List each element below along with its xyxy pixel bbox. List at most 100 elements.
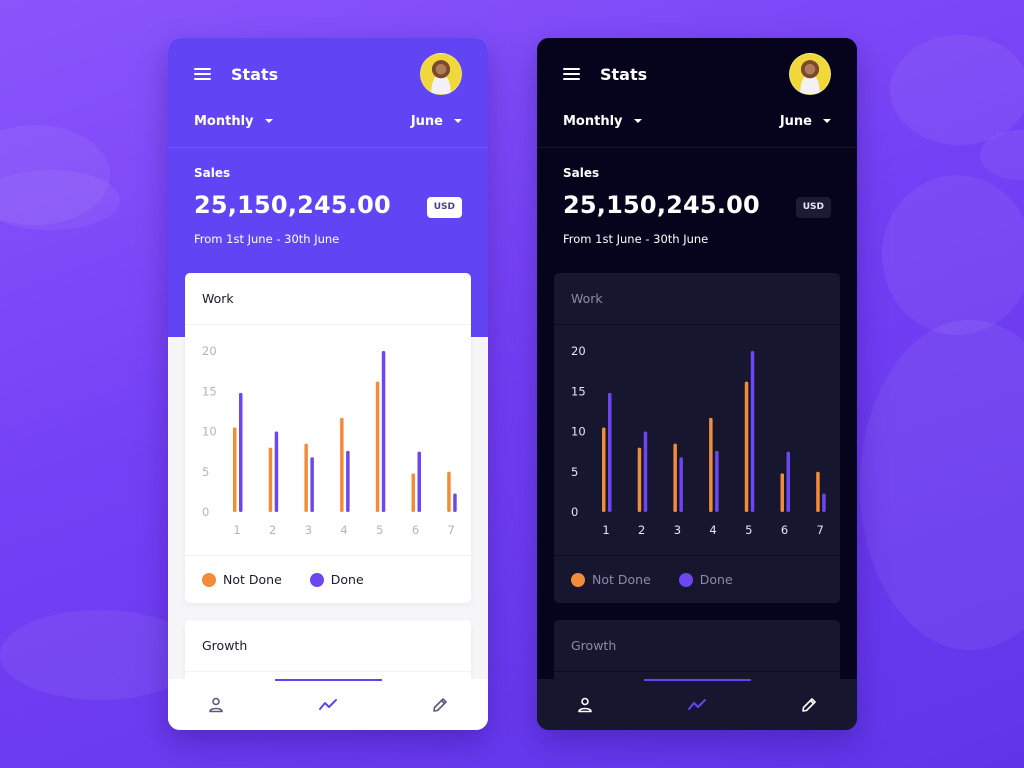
period-dropdown[interactable]: Monthly <box>563 114 642 129</box>
bar-done[interactable] <box>715 450 719 512</box>
x-tick-label: 5 <box>376 523 383 537</box>
bar-done[interactable] <box>239 392 243 512</box>
caret-down-icon <box>264 119 273 123</box>
bar-done[interactable] <box>643 431 648 513</box>
bg-bubble <box>860 320 1024 650</box>
orange-dot-icon <box>571 572 585 587</box>
profile-icon[interactable] <box>573 693 597 717</box>
date-range: From 1st June - 30th June <box>194 232 340 246</box>
bar-not-done[interactable] <box>602 427 606 512</box>
pencil-edit-icon[interactable] <box>428 693 452 717</box>
bar-done[interactable] <box>750 351 755 512</box>
currency-badge[interactable]: USD <box>426 197 462 218</box>
divider <box>168 147 488 148</box>
work-chart: 0 5 10 15 20 1 2 3 4 5 6 7 <box>554 325 840 555</box>
bar-not-done[interactable] <box>447 471 451 512</box>
avatar[interactable] <box>420 53 462 95</box>
avatar[interactable] <box>789 53 831 95</box>
legend-label: Done <box>699 572 733 587</box>
date-range: From 1st June - 30th June <box>563 232 709 246</box>
bg-bubble <box>882 175 1024 335</box>
sales-value: 25,150,245.00 <box>563 191 760 219</box>
x-tick-label: 2 <box>638 523 645 537</box>
caret-down-icon <box>454 119 462 123</box>
bar-not-done[interactable] <box>744 381 749 512</box>
chart-legend: Not Done Done <box>554 555 840 603</box>
work-card-title: Work <box>185 273 471 325</box>
caret-down-icon <box>633 119 642 123</box>
chart-legend: Not Done Done <box>185 555 471 603</box>
x-tick-label: 4 <box>709 523 716 537</box>
work-card-title: Work <box>554 273 840 325</box>
divider <box>537 147 857 148</box>
bar-not-done[interactable] <box>375 381 380 512</box>
x-tick-label: 6 <box>412 523 419 537</box>
profile-icon[interactable] <box>204 693 228 717</box>
y-tick-label: 15 <box>202 384 217 398</box>
y-tick-label: 20 <box>571 344 586 358</box>
top-bar: Stats <box>563 52 831 96</box>
x-tick-label: 6 <box>781 523 788 537</box>
y-tick-label: 20 <box>202 344 217 358</box>
x-tick-label: 7 <box>448 523 455 537</box>
phone-light-theme: Stats Monthly June Sales 25,150,245.00 U… <box>168 38 488 730</box>
active-tab-indicator <box>644 679 751 681</box>
legend-label: Not Done <box>223 572 282 587</box>
hamburger-menu-icon[interactable] <box>194 68 211 80</box>
bar-not-done[interactable] <box>411 473 416 512</box>
legend-not-done[interactable]: Not Done <box>202 572 282 587</box>
month-dropdown[interactable]: June <box>780 114 831 129</box>
y-tick-label: 0 <box>202 505 209 519</box>
bar-not-done[interactable] <box>673 443 677 512</box>
x-tick-label: 3 <box>305 523 312 537</box>
page-title: Stats <box>231 64 279 84</box>
pencil-edit-icon[interactable] <box>797 693 821 717</box>
bar-not-done[interactable] <box>340 417 344 512</box>
work-chart: 0 5 10 15 20 1 2 3 4 5 6 7 <box>185 325 471 555</box>
growth-card-title: Growth <box>185 620 471 672</box>
hamburger-menu-icon[interactable] <box>563 68 580 80</box>
bar-done[interactable] <box>453 493 457 512</box>
period-dropdown[interactable]: Monthly <box>194 114 273 129</box>
month-dropdown[interactable]: June <box>411 114 462 129</box>
top-bar: Stats <box>194 52 462 96</box>
legend-done[interactable]: Done <box>309 572 364 587</box>
bar-done[interactable] <box>786 451 791 512</box>
bg-bubble <box>980 130 1024 180</box>
active-tab-indicator <box>275 679 382 681</box>
x-tick-label: 5 <box>745 523 752 537</box>
legend-not-done[interactable]: Not Done <box>571 572 651 587</box>
bar-done[interactable] <box>679 457 683 512</box>
bar-not-done[interactable] <box>780 473 785 512</box>
month-label: June <box>779 113 812 129</box>
bar-not-done[interactable] <box>233 427 237 512</box>
bar-done[interactable] <box>608 392 612 512</box>
bar-not-done[interactable] <box>709 417 713 512</box>
legend-done[interactable]: Done <box>678 572 733 587</box>
bottom-nav <box>168 679 488 730</box>
bar-not-done[interactable] <box>816 471 820 512</box>
work-bar-chart: 0 5 10 15 20 1 2 3 4 5 6 7 <box>202 344 457 537</box>
bar-done[interactable] <box>381 351 386 512</box>
phone-dark-theme: Stats Monthly June Sales 25,150,245.00 U… <box>537 38 857 730</box>
currency-badge[interactable]: USD <box>795 197 831 218</box>
trending-chart-icon[interactable] <box>316 693 340 717</box>
bar-done[interactable] <box>822 493 826 512</box>
x-tick-label: 7 <box>817 523 824 537</box>
x-tick-label: 3 <box>674 523 681 537</box>
legend-label: Not Done <box>592 572 651 587</box>
legend-label: Done <box>330 572 364 587</box>
sales-label: Sales <box>194 166 231 180</box>
bar-done[interactable] <box>274 431 279 513</box>
bar-done[interactable] <box>346 450 350 512</box>
bar-not-done[interactable] <box>268 447 273 512</box>
trending-chart-icon[interactable] <box>685 693 709 717</box>
purple-dot-icon <box>678 572 693 587</box>
x-tick-label: 4 <box>340 523 347 537</box>
y-tick-label: 10 <box>571 425 586 439</box>
bar-done[interactable] <box>310 457 314 512</box>
bg-bubble <box>0 170 120 230</box>
bar-not-done[interactable] <box>637 447 642 512</box>
bar-done[interactable] <box>417 451 422 512</box>
bar-not-done[interactable] <box>304 443 308 512</box>
